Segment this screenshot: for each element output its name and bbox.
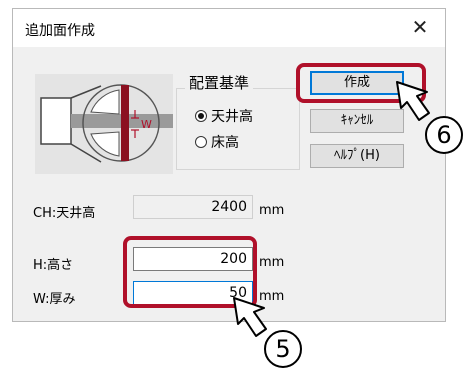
help-button[interactable]: ﾍﾙﾌﾟ(H) — [310, 144, 404, 168]
section-preview-image: W — [35, 74, 181, 174]
dimension-label: W — [141, 118, 152, 131]
cancel-button[interactable]: ｷｬﾝｾﾙ — [310, 109, 404, 133]
radio-ceiling-label: 天井高 — [211, 109, 253, 125]
height-label: H:高さ — [33, 258, 74, 273]
step-5-badge: 5 — [264, 330, 302, 368]
thickness-label: W:厚み — [33, 292, 76, 307]
radio-ceiling-height[interactable]: 天井高 — [195, 106, 253, 126]
title-bar: 追加面作成 ✕ — [13, 9, 445, 47]
radio-floor-height[interactable]: 床高 — [195, 132, 239, 152]
ceiling-height-field: 2400 — [133, 195, 253, 219]
step-6-badge: 6 — [425, 116, 463, 154]
placement-group-frame — [176, 88, 300, 170]
radio-unselected-icon — [195, 136, 207, 148]
radio-selected-icon — [195, 110, 207, 122]
ceiling-height-label: CH:天井高 — [33, 206, 96, 221]
ceiling-height-unit: mm — [259, 203, 285, 218]
dialog-title: 追加面作成 — [25, 23, 95, 39]
close-icon[interactable]: ✕ — [405, 13, 435, 41]
radio-floor-label: 床高 — [211, 135, 239, 151]
placement-group-label: 配置基準 — [185, 72, 254, 93]
height-unit: mm — [259, 255, 285, 270]
